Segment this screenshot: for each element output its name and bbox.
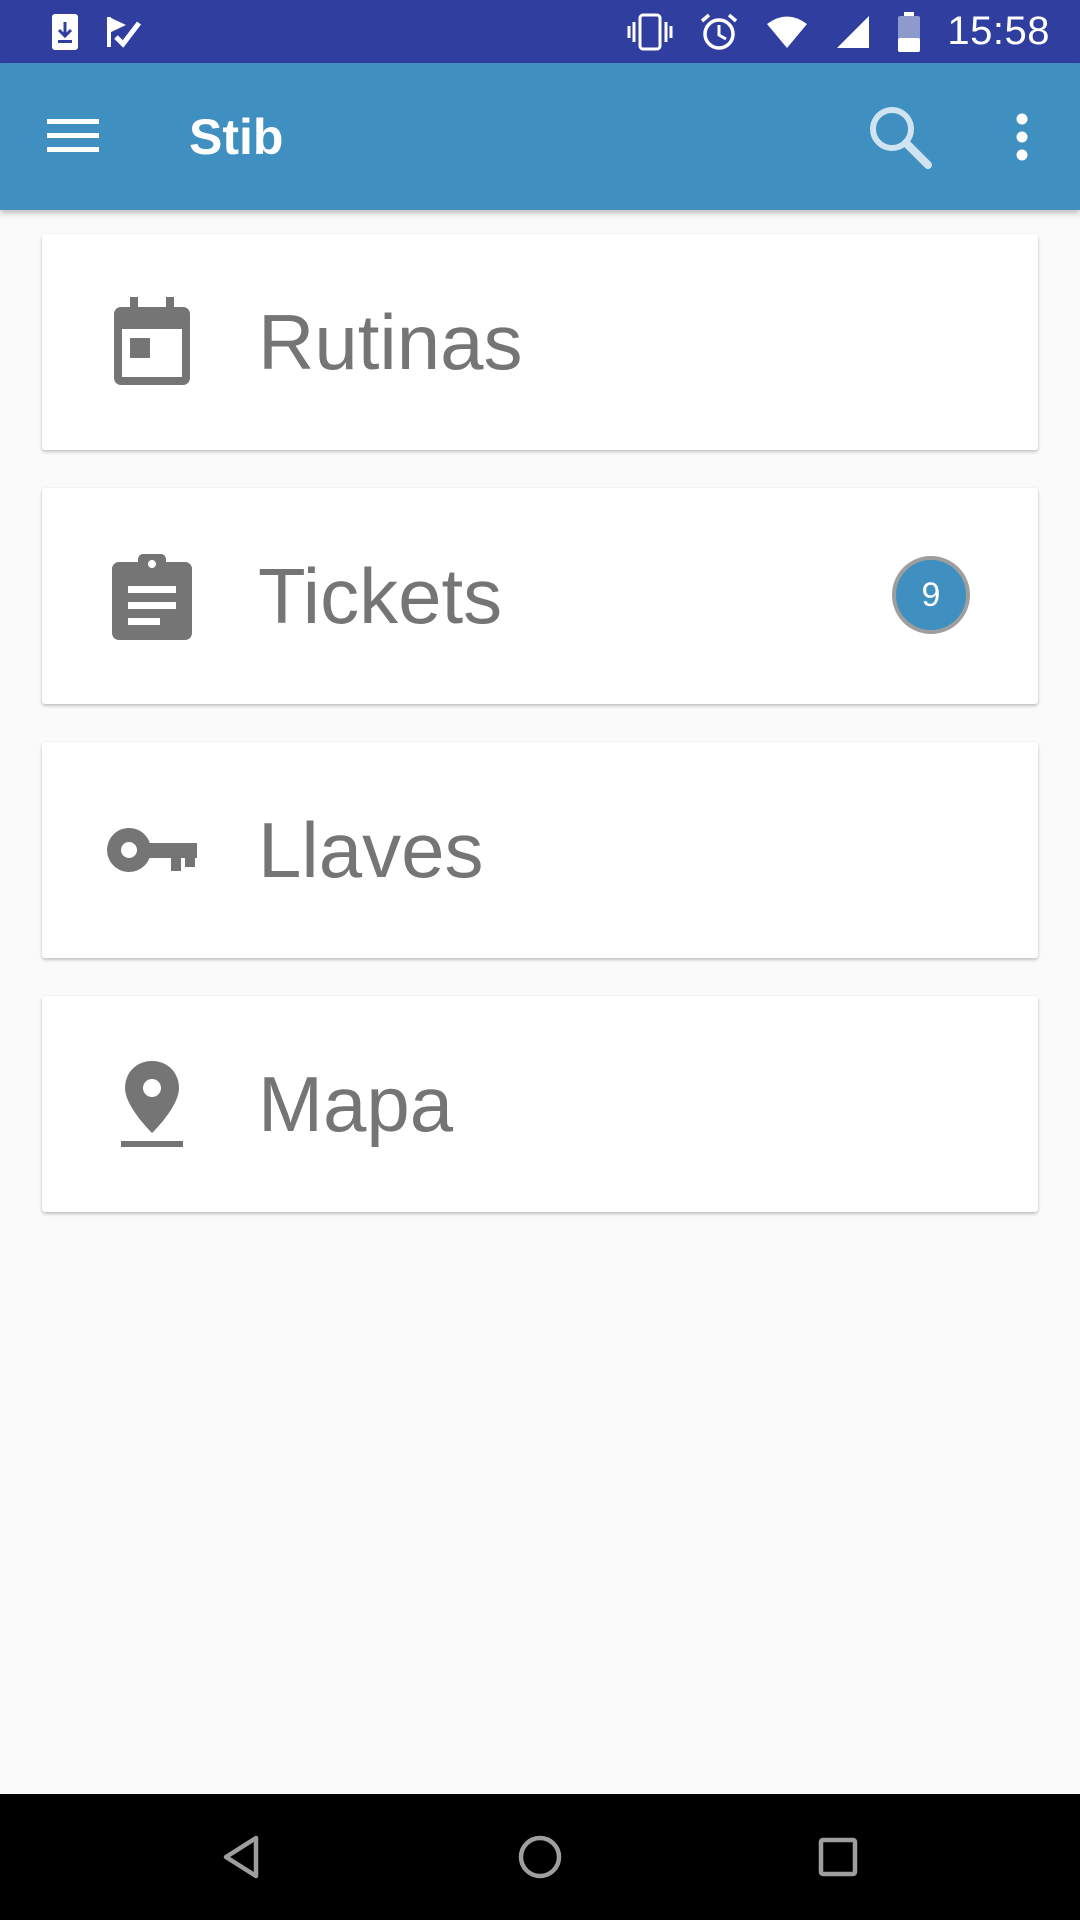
search-icon[interactable] [866, 103, 932, 169]
screen: 15:58 Stib Rutinas Tickets 9 Llaves Mapa [0, 0, 1080, 1920]
card-label-tickets: Tickets [258, 552, 503, 640]
tickets-count-badge: 9 [892, 556, 970, 634]
download-icon [50, 12, 80, 52]
battery-icon [897, 11, 921, 52]
place-pin-icon [104, 1056, 200, 1152]
recents-icon[interactable] [805, 1824, 871, 1890]
card-label-llaves: Llaves [258, 806, 484, 894]
check-flag-icon [106, 15, 142, 49]
card-label-mapa: Mapa [258, 1060, 454, 1148]
home-icon[interactable] [507, 1824, 573, 1890]
cell-signal-icon [835, 14, 871, 50]
back-icon[interactable] [208, 1824, 274, 1890]
card-rutinas[interactable]: Rutinas [42, 234, 1038, 450]
calendar-icon [104, 294, 200, 390]
vibrate-icon [627, 13, 673, 51]
hamburger-menu-icon[interactable] [46, 109, 100, 163]
card-mapa[interactable]: Mapa [42, 996, 1038, 1212]
status-time: 15:58 [947, 9, 1050, 53]
wifi-icon [765, 15, 809, 49]
clipboard-icon [104, 548, 200, 644]
app-title: Stib [189, 109, 284, 165]
alarm-icon [699, 12, 739, 52]
card-llaves[interactable]: Llaves [42, 742, 1038, 958]
more-vert-icon[interactable] [1002, 107, 1042, 167]
status-bar: 15:58 [0, 0, 1080, 63]
app-bar: Stib [0, 63, 1080, 210]
card-label-rutinas: Rutinas [258, 298, 523, 386]
status-left-icons [50, 12, 142, 52]
key-icon [104, 802, 200, 898]
card-tickets[interactable]: Tickets 9 [42, 488, 1038, 704]
system-nav-bar [0, 1794, 1080, 1920]
status-right-icons: 15:58 [627, 9, 1050, 54]
